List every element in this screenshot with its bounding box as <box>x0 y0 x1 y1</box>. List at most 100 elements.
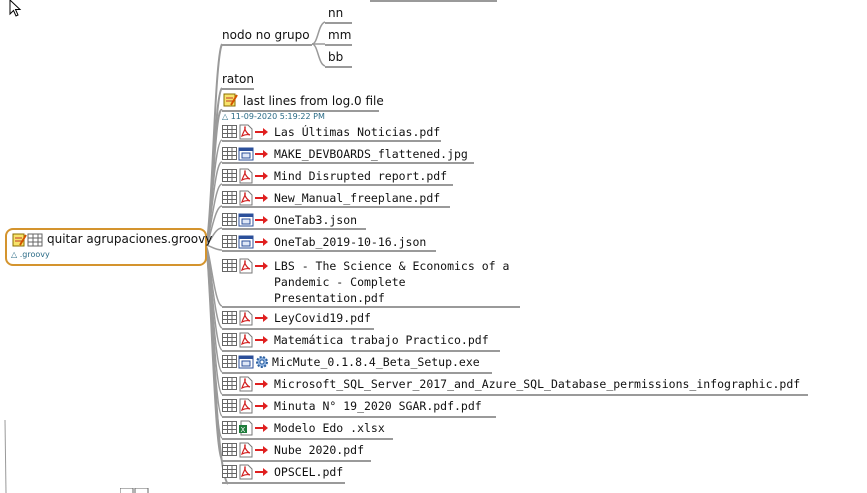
pdf-file-icon <box>239 310 253 326</box>
file-node-label: Microsoft_SQL_Server_2017_and_Azure_SQL_… <box>274 377 801 391</box>
file-node-underline <box>222 372 492 374</box>
link-arrow-icon <box>255 446 268 454</box>
table-icon <box>222 311 237 324</box>
link-arrow-icon <box>255 172 268 180</box>
raton-underline <box>222 88 254 90</box>
file-node-underline <box>222 228 366 230</box>
link-arrow-icon <box>255 194 268 202</box>
file-node-underline <box>222 328 374 330</box>
root-node[interactable]: quitar agrupaciones.groovy △ .groovy <box>5 228 212 266</box>
log-node-label[interactable]: last lines from log.0 file <box>243 94 384 109</box>
pdf-file-icon <box>239 190 253 206</box>
link-arrow-icon <box>255 262 268 270</box>
link-arrow-icon <box>255 314 268 322</box>
table-icon <box>222 147 237 160</box>
file-node-underline <box>222 306 520 308</box>
file-node-underline <box>222 438 393 440</box>
raton-node-label[interactable]: raton <box>222 72 254 87</box>
file-node-label: Mind Disrupted report.pdf <box>274 169 448 183</box>
file-node-label: Nube 2020.pdf <box>274 443 365 457</box>
file-node-label: Matemática trabajo Practico.pdf <box>274 333 489 347</box>
group-child-bb[interactable]: bb <box>328 50 343 65</box>
table-icon <box>222 235 237 248</box>
group-node-label[interactable]: nodo no grupo <box>222 28 310 43</box>
log-timestamp-value: 11-09-2020 5:19:22 PM <box>230 112 325 121</box>
table-icon <box>222 191 237 204</box>
window-file-icon <box>238 213 254 227</box>
file-node-label: MicMute_0.1.8.4_Beta_Setup.exe <box>272 355 480 369</box>
root-attribute-value: .groovy <box>19 250 50 259</box>
pdf-file-icon <box>239 332 253 348</box>
file-node-underline <box>222 184 453 186</box>
file-node-label: OneTab_2019-10-16.json <box>274 235 427 249</box>
table-icon <box>222 213 237 226</box>
table-icon <box>222 443 237 456</box>
file-node-label-line2: Pandemic - Complete <box>274 275 406 289</box>
pdf-file-icon <box>239 376 253 392</box>
table-icon <box>222 355 237 368</box>
table-icon <box>222 333 237 346</box>
table-icon <box>222 377 237 390</box>
pdf-file-icon <box>239 442 253 458</box>
table-icon <box>222 169 237 182</box>
window-file-icon <box>238 235 254 249</box>
group-child-mm[interactable]: mm <box>328 28 351 43</box>
table-icon <box>222 125 237 138</box>
pdf-file-icon <box>239 168 253 184</box>
gear-icon <box>256 356 268 368</box>
file-node-underline <box>222 140 441 142</box>
link-arrow-icon <box>255 380 268 388</box>
link-arrow-icon <box>255 216 268 224</box>
pdf-file-icon <box>239 258 253 274</box>
file-node-label: MAKE_DEVBOARDS_flattened.jpg <box>274 147 468 161</box>
file-node-label: Minuta N° 19_2020 SGAR.pdf.pdf <box>274 399 482 413</box>
file-node-label-line3: Presentation.pdf <box>274 291 385 305</box>
file-node-label: New_Manual_freeplane.pdf <box>274 191 441 205</box>
group-child-underline <box>325 22 352 24</box>
table-icon <box>120 488 149 493</box>
link-arrow-icon <box>255 402 268 410</box>
file-node-label: Las Últimas Noticias.pdf <box>274 125 441 139</box>
file-node-underline <box>222 394 808 396</box>
pdf-file-icon <box>239 124 253 140</box>
link-arrow-icon <box>255 150 268 158</box>
file-node-underline <box>222 460 371 462</box>
link-arrow-icon <box>255 238 268 246</box>
file-node-underline <box>222 162 474 164</box>
file-node-label: LBS - The Science & Economics of a <box>274 259 510 273</box>
file-node-label: Modelo Edo .xlsx <box>274 421 385 435</box>
pdf-file-icon <box>239 464 253 480</box>
log-timestamp: △ 11-09-2020 5:19:22 PM <box>222 112 325 121</box>
file-node-underline <box>222 416 496 418</box>
link-arrow-icon <box>255 336 268 344</box>
file-node-underline <box>222 482 345 484</box>
link-arrow-icon <box>255 468 268 476</box>
file-node-underline <box>222 250 436 252</box>
file-node-label: LeyCovid19.pdf <box>274 311 371 325</box>
link-arrow-icon <box>255 424 268 432</box>
file-node-underline <box>222 350 500 352</box>
excel-file-icon: X <box>239 420 253 436</box>
table-icon <box>222 465 237 478</box>
group-node-underline <box>222 44 312 46</box>
file-node-label: OneTab3.json <box>274 213 358 227</box>
root-node-label: quitar agrupaciones.groovy <box>47 232 213 246</box>
window-file-icon <box>238 355 254 369</box>
mind-map-canvas: quitar agrupaciones.groovy △ .groovy nod… <box>0 0 867 493</box>
group-child-underline <box>325 66 352 68</box>
svg-text:X: X <box>241 426 246 434</box>
root-attribute: △ .groovy <box>11 250 50 259</box>
note-icon <box>223 93 238 107</box>
file-node-underline <box>222 206 450 208</box>
group-child-nn[interactable]: nn <box>328 6 343 21</box>
table-icon <box>222 421 237 434</box>
table-icon <box>222 259 237 272</box>
mouse-cursor-icon <box>9 0 22 17</box>
window-file-icon <box>238 147 254 161</box>
note-icon <box>12 233 27 247</box>
pdf-file-icon <box>239 398 253 414</box>
table-icon <box>222 399 237 412</box>
link-arrow-icon <box>255 128 268 136</box>
group-child-underline <box>325 44 352 46</box>
table-icon <box>27 233 43 247</box>
